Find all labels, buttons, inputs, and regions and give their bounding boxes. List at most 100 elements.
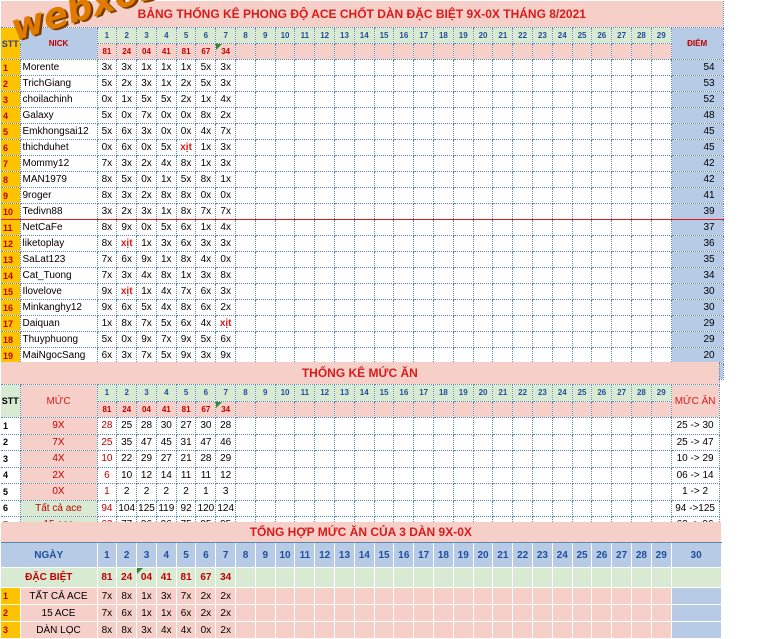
value-cell — [354, 235, 375, 252]
value-cell — [453, 621, 474, 639]
value-cell — [433, 267, 454, 284]
value-cell — [393, 299, 415, 316]
diem-cell: 30 — [671, 283, 724, 300]
value-cell — [294, 434, 316, 451]
value-cell — [334, 299, 355, 316]
value-cell — [572, 434, 593, 451]
value-cell: 2x — [195, 587, 217, 605]
diem-cell: 42 — [671, 155, 724, 172]
nick-cell: Daiquan — [20, 315, 98, 332]
value-cell — [235, 467, 256, 484]
value-cell: 0x — [97, 139, 118, 156]
value-cell — [294, 107, 316, 124]
value-cell — [393, 283, 415, 300]
value-cell — [532, 417, 553, 435]
value-cell — [453, 267, 474, 284]
value-cell: 6x — [215, 331, 237, 348]
value-cell — [255, 331, 276, 348]
value-cell — [393, 219, 415, 236]
value-cell — [473, 267, 494, 284]
value-cell — [294, 123, 316, 140]
value-cell — [393, 107, 415, 124]
value-cell — [275, 283, 296, 300]
value-cell — [334, 483, 355, 501]
value-cell — [512, 604, 534, 622]
diem-cell: 37 — [671, 219, 724, 236]
value-cell — [453, 283, 474, 300]
value-cell — [374, 59, 395, 76]
stt-cell: 6 — [1, 500, 21, 517]
stt-cell: 7 — [1, 155, 21, 172]
stt-cell: 1 — [1, 59, 21, 76]
value-cell — [591, 203, 613, 220]
nick-cell: thichduhet — [20, 139, 98, 156]
value-cell — [334, 139, 355, 156]
result-cell — [492, 401, 514, 418]
dac-biet-cell: 04 — [136, 567, 157, 588]
value-cell — [552, 267, 573, 284]
result-cell: 81 — [176, 401, 197, 418]
value-cell — [473, 417, 494, 435]
value-cell: 8x — [176, 203, 197, 220]
value-cell — [611, 171, 633, 188]
value-cell: 7x — [215, 123, 237, 140]
value-cell — [374, 450, 395, 468]
dac-biet-cell — [393, 567, 415, 588]
value-cell — [334, 417, 355, 435]
value-cell — [552, 139, 573, 156]
dac-biet-cell — [453, 567, 474, 588]
result-cell — [433, 401, 454, 418]
day-header: 24 — [552, 27, 573, 44]
day-header: 25 — [572, 27, 593, 44]
value-cell — [453, 187, 474, 204]
value-cell: 0x — [97, 91, 118, 108]
value-cell — [393, 434, 415, 451]
value-cell — [294, 91, 316, 108]
value-cell — [314, 219, 336, 236]
value-cell: 6x — [116, 604, 138, 622]
value-cell: 28 — [97, 417, 118, 435]
value-cell — [374, 299, 395, 316]
diem-cell: 41 — [671, 187, 724, 204]
value-cell — [492, 75, 514, 92]
value-cell — [591, 267, 613, 284]
result-cell: 34 — [215, 401, 237, 418]
value-cell — [413, 155, 435, 172]
value-cell: 1x — [195, 91, 217, 108]
value-cell — [453, 299, 474, 316]
dac-biet-cell — [572, 567, 593, 588]
value-cell: 0x — [176, 123, 197, 140]
stt-cell: 1 — [1, 417, 21, 435]
value-cell: 12 — [215, 467, 237, 484]
value-cell — [374, 417, 395, 435]
muc-cell: 9X — [20, 417, 98, 435]
value-cell: 31 — [176, 434, 197, 451]
value-cell — [314, 123, 336, 140]
value-cell — [453, 467, 474, 484]
diem-header: ĐIỂM — [671, 27, 724, 60]
value-cell — [354, 59, 375, 76]
result-cell — [275, 401, 296, 418]
dac-biet-cell: 81 — [176, 567, 197, 588]
value-cell — [631, 235, 652, 252]
value-cell — [611, 315, 633, 332]
value-cell: 1x — [136, 235, 157, 252]
value-cell — [235, 139, 256, 156]
value-cell: 9x — [116, 219, 138, 236]
result-cell: 34 — [215, 43, 237, 60]
day-header: 11 — [294, 542, 316, 568]
value-cell — [255, 251, 276, 268]
value-cell: 4x — [156, 299, 177, 316]
value-cell — [413, 417, 435, 435]
value-cell — [433, 75, 454, 92]
range-cell: 06 -> 14 — [671, 467, 720, 484]
value-cell — [294, 315, 316, 332]
value-cell — [552, 331, 573, 348]
value-cell — [235, 155, 256, 172]
result-cell — [334, 401, 355, 418]
value-cell — [294, 203, 316, 220]
day-header: 2 — [116, 27, 138, 44]
value-cell — [651, 75, 672, 92]
value-cell — [611, 187, 633, 204]
value-cell — [591, 621, 613, 639]
